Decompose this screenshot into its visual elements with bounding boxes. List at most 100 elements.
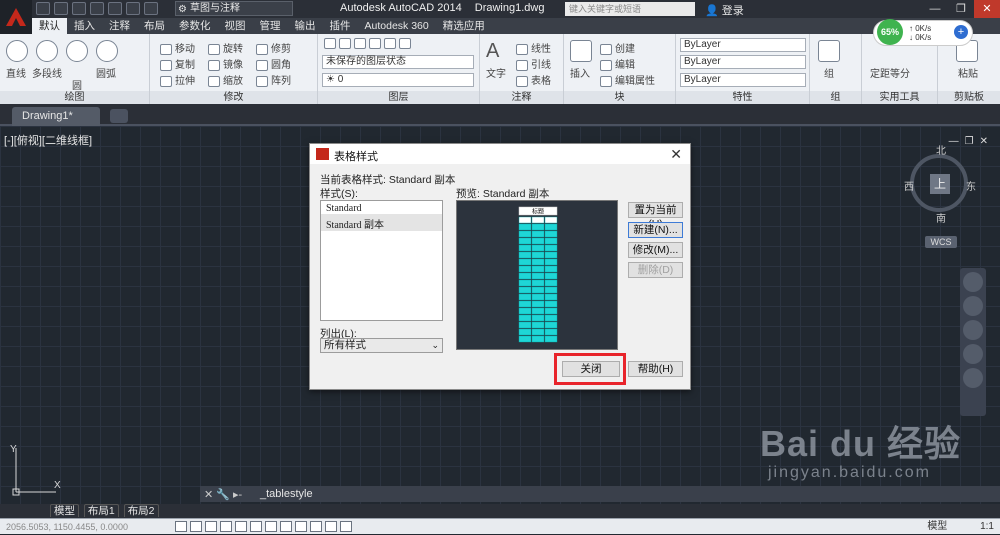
stretch-tool[interactable]: 拉伸	[160, 72, 195, 87]
layer-state-dropdown[interactable]: 未保存的图层状态	[322, 55, 474, 69]
model-space-button[interactable]: 模型	[927, 521, 947, 532]
array-tool[interactable]: 阵列	[256, 72, 291, 87]
close-icon[interactable]: ✕	[670, 146, 682, 163]
mirror-tool[interactable]: 镜像	[208, 56, 243, 71]
minimize-icon[interactable]: —	[922, 0, 948, 18]
polyline-icon[interactable]	[36, 40, 58, 62]
arc-icon[interactable]	[96, 40, 118, 62]
viewcube-west[interactable]: 西	[904, 178, 914, 193]
line-icon[interactable]	[6, 40, 28, 62]
command-line[interactable]: ✕ 🔧 ▸- _tablestyle	[200, 486, 1000, 502]
list-dropdown[interactable]: 所有样式 ⌄	[320, 338, 443, 353]
tab-plugins[interactable]: 插件	[323, 18, 358, 34]
fillet-tool[interactable]: 圆角	[256, 56, 291, 71]
save-icon[interactable]	[72, 2, 86, 15]
clipboard-panel-title[interactable]: 剪贴板	[938, 91, 1000, 104]
orbit-icon[interactable]	[963, 344, 983, 364]
sc-icon[interactable]	[340, 521, 352, 532]
layer-current-dropdown[interactable]: ☀ 0	[322, 73, 474, 87]
autocad-logo[interactable]	[0, 0, 32, 34]
modify-button[interactable]: 修改(M)...	[628, 242, 683, 258]
style-item-standard-copy[interactable]: Standard 副本	[321, 214, 442, 231]
ortho-icon[interactable]	[205, 521, 217, 532]
layer-match-icon[interactable]	[399, 38, 411, 49]
grid-icon[interactable]	[190, 521, 202, 532]
edit-block-tool[interactable]: 编辑	[600, 56, 635, 71]
save-as-icon[interactable]	[90, 2, 104, 15]
otrack-icon[interactable]	[250, 521, 262, 532]
layout-tab-layout2[interactable]: 布局2	[123, 504, 159, 517]
new-icon[interactable]	[36, 2, 50, 15]
osnap-icon[interactable]	[235, 521, 247, 532]
edit-attributes-tool[interactable]: 编辑属性	[600, 72, 655, 87]
delete-button[interactable]: 删除(D)	[628, 262, 683, 278]
lineweight-icon[interactable]	[295, 521, 307, 532]
dyn-icon[interactable]	[280, 521, 292, 532]
viewcube[interactable]: 北 南 东 西 上	[904, 146, 976, 225]
undo-icon[interactable]	[126, 2, 140, 15]
open-icon[interactable]	[54, 2, 68, 15]
copy-tool[interactable]: 复制	[160, 56, 195, 71]
scale-tool[interactable]: 缩放	[208, 72, 243, 87]
layers-panel-title[interactable]: 图层	[318, 91, 479, 104]
linear-tool[interactable]: 线性	[516, 40, 551, 55]
layout-tab-model[interactable]: 模型	[50, 504, 79, 517]
wcs-menu[interactable]: WCS	[925, 236, 957, 248]
viewcube-east[interactable]: 东	[966, 178, 976, 193]
annotation-panel-title[interactable]: 注释	[480, 91, 563, 104]
polar-icon[interactable]	[220, 521, 232, 532]
restore-icon[interactable]: ❐	[948, 0, 974, 18]
draw-panel-title[interactable]: 绘图	[0, 91, 149, 104]
workspace-selector[interactable]: ⚙ 草图与注释	[175, 1, 293, 16]
tab-default[interactable]: 默认	[32, 18, 67, 34]
tab-manage[interactable]: 管理	[253, 18, 288, 34]
transparency-icon[interactable]	[310, 521, 322, 532]
leader-tool[interactable]: 引线	[516, 56, 551, 71]
annotation-scale[interactable]: 1:1	[980, 521, 994, 532]
insert-block-icon[interactable]	[570, 40, 592, 62]
text-icon[interactable]: A	[486, 40, 499, 63]
measure-label[interactable]: 定距等分	[870, 65, 910, 80]
trim-tool[interactable]: 修剪	[256, 40, 291, 55]
new-tab-button[interactable]	[110, 109, 128, 123]
linetype-dropdown[interactable]: ByLayer	[680, 73, 806, 87]
plot-icon[interactable]	[108, 2, 122, 15]
command-line-buttons[interactable]: ✕ 🔧 ▸-	[204, 487, 242, 503]
properties-panel-title[interactable]: 特性	[676, 91, 809, 104]
search-input[interactable]: 键入关键字或短语	[565, 2, 695, 16]
block-panel-title[interactable]: 块	[564, 91, 675, 104]
groups-panel-title[interactable]: 组	[810, 91, 861, 104]
tab-view[interactable]: 视图	[218, 18, 253, 34]
rotate-tool[interactable]: 旋转	[208, 40, 243, 55]
tab-output[interactable]: 输出	[288, 18, 323, 34]
lineweight-dropdown[interactable]: ByLayer	[680, 55, 806, 69]
zoom-icon[interactable]	[963, 320, 983, 340]
tab-annotate[interactable]: 注释	[102, 18, 137, 34]
layout-tab-layout1[interactable]: 布局1	[83, 504, 119, 517]
network-speed-widget[interactable]: 65% ↑ 0K/s ↓ 0K/s +	[873, 19, 973, 46]
help-button[interactable]: 帮助(H)	[628, 361, 683, 377]
style-item-standard[interactable]: Standard	[321, 201, 442, 214]
modify-panel-title[interactable]: 修改	[150, 91, 317, 104]
new-button[interactable]: 新建(N)...	[628, 222, 683, 238]
set-current-button[interactable]: 置为当前(U)	[628, 202, 683, 230]
tab-featured-apps[interactable]: 精选应用	[436, 18, 492, 34]
viewcube-top[interactable]: 上	[930, 174, 950, 194]
layer-lock-icon[interactable]	[369, 38, 381, 49]
layer-on-icon[interactable]	[339, 38, 351, 49]
layer-iso-icon[interactable]	[384, 38, 396, 49]
steering-wheel-icon[interactable]	[963, 272, 983, 292]
redo-icon[interactable]	[144, 2, 158, 15]
coordinates[interactable]: 2056.5053, 1150.4455, 0.0000	[6, 522, 128, 532]
layer-freeze-icon[interactable]	[354, 38, 366, 49]
group-icon[interactable]	[818, 40, 840, 62]
document-tab-drawing1[interactable]: Drawing1*	[12, 107, 100, 126]
color-dropdown[interactable]: ByLayer	[680, 38, 806, 52]
showmotion-icon[interactable]	[963, 368, 983, 388]
tab-layout[interactable]: 布局	[137, 18, 172, 34]
tab-insert[interactable]: 插入	[67, 18, 102, 34]
styles-list[interactable]: Standard Standard 副本	[320, 200, 443, 321]
move-tool[interactable]: 移动	[160, 40, 195, 55]
utilities-panel-title[interactable]: 实用工具	[862, 91, 937, 104]
ducs-icon[interactable]	[265, 521, 277, 532]
